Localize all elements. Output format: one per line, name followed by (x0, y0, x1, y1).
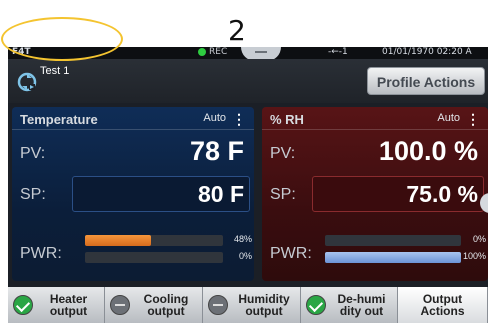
humidity-panel[interactable]: % RH Auto ⋮ PV: 100.0 % SP: 75.0 % PWR: … (262, 107, 488, 281)
humidify-power-percent: 0% (472, 234, 486, 244)
datetime-label: 01/01/1970 02:20 A (382, 47, 472, 57)
output-label: Humidity output (238, 292, 290, 318)
sp-label: SP: (20, 186, 46, 203)
output-status-icon (13, 295, 33, 315)
heat-power-fill (85, 235, 152, 246)
profile-actions-button[interactable]: Profile Actions (367, 67, 485, 95)
network-indicator: -←-1 (328, 47, 348, 57)
sp-value: 75.0 % (406, 181, 478, 207)
output-actions-button[interactable]: Output Actions (398, 287, 488, 323)
panel-title: Temperature (20, 112, 98, 127)
output-label: Cooling output (143, 292, 189, 318)
cooling-output-button[interactable]: Cooling output (105, 287, 203, 323)
dehumidify-power-fill (325, 252, 461, 263)
output-actions-label: Output Actions (420, 292, 465, 318)
dehumidify-power-percent: 100% (462, 251, 486, 261)
cool-power-percent: 0% (238, 251, 252, 261)
mode-label: Auto (437, 112, 460, 124)
profile-icon (17, 72, 37, 92)
highlight-annotation (1, 17, 123, 61)
output-status-icon (110, 295, 130, 315)
panel-title: % RH (270, 112, 304, 127)
recording-indicator: REC (198, 47, 227, 57)
panel-menu-icon[interactable]: ⋮ (232, 111, 246, 128)
pv-label: PV: (20, 145, 46, 162)
sp-label: SP: (270, 186, 296, 203)
pv-value: 100.0 % (378, 136, 478, 166)
profile-header: Test 1 Profile Actions (8, 59, 488, 103)
sp-value: 80 F (197, 181, 244, 207)
output-status-icon (208, 295, 228, 315)
humidity-output-button[interactable]: Humidity output (203, 287, 301, 323)
cool-power-bar (85, 252, 223, 263)
divider (262, 129, 488, 130)
controller-screen: F4T REC -←-1 01/01/1970 02:20 A Test 1 P… (8, 47, 488, 323)
pv-value: 78 F (189, 136, 244, 166)
step-number: 2 (228, 14, 246, 47)
output-status-icon (306, 295, 326, 315)
dehumidity-output-button[interactable]: De-humi dity out (301, 287, 398, 323)
humidify-power-bar (325, 235, 461, 246)
output-label: De-humi dity out (337, 292, 386, 318)
record-dot-icon (198, 48, 206, 56)
heater-output-button[interactable]: Heater output (8, 287, 105, 323)
heat-power-percent: 48% (233, 234, 252, 244)
panel-menu-icon[interactable]: ⋮ (466, 111, 480, 128)
divider (12, 129, 254, 130)
mode-label: Auto (203, 112, 226, 124)
dehumidify-power-bar (325, 252, 461, 263)
heat-power-bar (85, 235, 223, 246)
profile-name: Test 1 (40, 65, 70, 77)
rec-label: REC (209, 47, 228, 57)
output-bar: Heater output Cooling output Humidity ou… (8, 287, 488, 323)
pwr-label: PWR: (270, 245, 312, 262)
pv-label: PV: (270, 145, 296, 162)
output-label: Heater output (49, 292, 88, 318)
handle-grip-icon (255, 51, 267, 53)
pwr-label: PWR: (20, 245, 62, 262)
temperature-panel[interactable]: Temperature Auto ⋮ PV: 78 F SP: 80 F PWR… (12, 107, 254, 281)
